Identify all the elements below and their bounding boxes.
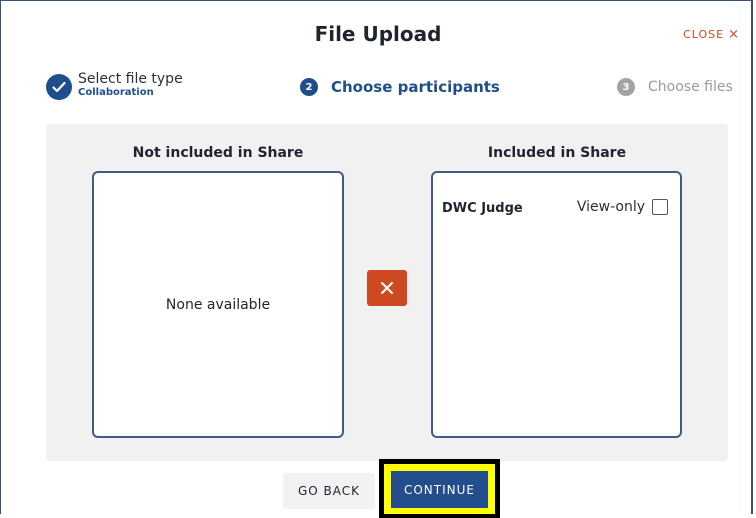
check-icon [46, 74, 72, 100]
not-included-list[interactable]: None available [92, 171, 344, 438]
go-back-button[interactable]: GO BACK [283, 473, 375, 509]
step-label: Choose files [648, 78, 733, 95]
view-only-toggle[interactable]: View-only [577, 199, 668, 215]
view-only-checkbox[interactable] [652, 199, 668, 215]
remove-participant-button[interactable] [367, 270, 407, 306]
step-select-file-type[interactable]: Select file type Collaboration [46, 72, 183, 100]
step-number-badge: 3 [617, 78, 635, 96]
step-number-badge: 2 [300, 78, 318, 96]
close-icon [381, 282, 393, 294]
step-choose-participants: 2 Choose participants [300, 78, 500, 96]
close-button[interactable]: CLOSE × [683, 27, 740, 42]
step-label: Choose participants [331, 77, 500, 96]
included-list[interactable]: DWC Judge View-only [431, 171, 682, 438]
included-title: Included in Share [487, 145, 627, 161]
dialog-title: File Upload [314, 22, 442, 46]
step-sublabel: Collaboration [78, 87, 154, 98]
participant-name[interactable]: DWC Judge [442, 201, 523, 216]
empty-text: None available [165, 297, 271, 313]
not-included-title: Not included in Share [132, 145, 304, 161]
step-label: Select file type [78, 71, 183, 87]
close-label: CLOSE [683, 28, 725, 41]
view-only-label: View-only [576, 199, 645, 215]
step-choose-files: 3 Choose files [617, 78, 733, 96]
dialog-bottom-gap [0, 514, 756, 518]
close-icon: × [728, 27, 740, 42]
continue-button[interactable]: CONTINUE [391, 471, 488, 508]
